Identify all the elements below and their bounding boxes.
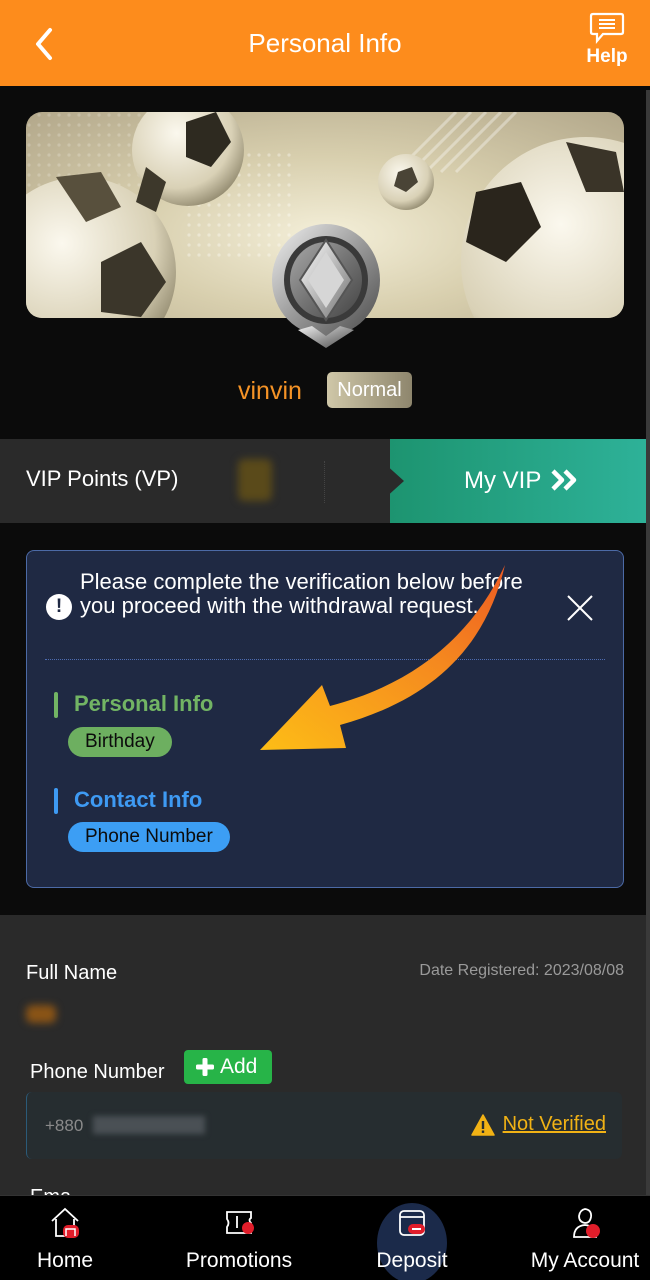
phone-prefix: +880 [45,1116,84,1135]
date-registered: Date Registered: 2023/08/08 [419,962,624,979]
nav-deposit-label: Deposit [376,1249,448,1272]
close-icon [567,595,593,621]
full-name-label: Full Name [26,962,118,984]
my-vip-button[interactable]: My VIP [390,439,650,523]
personal-info-form: Full Name Date Registered: 2023/08/08 Ph… [0,915,650,1195]
my-vip-label: My VIP [464,467,542,494]
divider [324,461,325,503]
divider [45,659,605,660]
chat-bubble-icon [589,12,625,44]
phone-number-chip[interactable]: Phone Number [68,822,230,852]
add-phone-button[interactable]: Add [184,1050,272,1084]
vip-points-label: VIP Points (VP) [26,466,179,491]
warning-icon [470,1113,495,1136]
user-icon [573,1208,600,1238]
home-icon [51,1207,79,1238]
not-verified-link[interactable]: Not Verified [470,1113,606,1136]
verification-message: Please complete the verification below b… [80,569,523,618]
nav-home-label: Home [36,1249,94,1272]
close-button[interactable] [565,593,595,623]
verification-notice: ! Please complete the verification below… [26,550,624,888]
double-chevron-right-icon [551,469,577,491]
help-button[interactable]: Help [582,12,632,74]
personal-info-page: Personal Info Help vinvin Normal VIP Poi… [0,0,650,1280]
contact-info-section-title: Contact Info [54,787,202,814]
birthday-chip[interactable]: Birthday [68,727,172,757]
vip-points-value-blurred [238,459,272,501]
nav-my-account-label: My Account [530,1249,640,1272]
nav-promotions[interactable]: Promotions [160,1196,318,1280]
vip-points-bar: VIP Points (VP) My VIP [0,439,650,523]
personal-info-section-title: Personal Info [54,691,213,718]
nav-promotions-label: Promotions [185,1249,293,1272]
help-label: Help [586,46,628,67]
level-badge: Normal [327,372,412,408]
top-bar: Personal Info Help [0,0,650,86]
bottom-navigation: Home Promotions Deposit My Account [0,1195,650,1280]
exclamation-icon: ! [46,594,72,620]
not-verified-label: Not Verified [502,1113,606,1135]
plus-icon [196,1058,214,1076]
ticket-icon [226,1211,254,1234]
nav-my-account[interactable]: My Account [520,1196,650,1280]
username: vinvin [238,377,302,405]
phone-number-value-blurred [93,1116,205,1134]
scrollbar[interactable] [646,90,650,1195]
nav-deposit[interactable]: Deposit [350,1196,474,1280]
page-title: Personal Info [248,28,402,58]
nav-home[interactable]: Home [0,1196,130,1280]
phone-number-field[interactable]: +880 Not Verified [26,1092,622,1159]
email-label-partial: Email [30,1187,70,1195]
phone-number-label: Phone Number [30,1061,165,1083]
silver-diamond-medal-icon [272,224,380,348]
wallet-card-icon [399,1210,425,1236]
full-name-value-blurred [26,1005,56,1023]
add-label: Add [220,1055,258,1078]
